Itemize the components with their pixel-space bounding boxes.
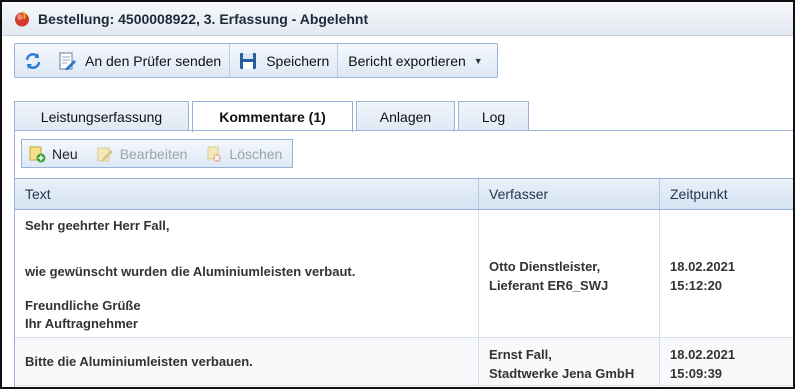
document-edit-icon bbox=[59, 52, 76, 70]
refresh-button[interactable] bbox=[15, 44, 49, 77]
tab-bar: Leistungserfassung Kommentare (1) Anlage… bbox=[14, 101, 532, 132]
author-name: Otto Dienstleister, bbox=[489, 259, 601, 274]
edit-button-label: Bearbeiten bbox=[119, 145, 188, 162]
tab-label: Log bbox=[481, 108, 506, 125]
tab-kommentare[interactable]: Kommentare (1) bbox=[192, 101, 353, 132]
delete-note-icon bbox=[207, 146, 222, 162]
add-note-icon bbox=[29, 146, 46, 162]
save-button[interactable]: Speichern bbox=[230, 44, 339, 77]
export-button-label: Bericht exportieren bbox=[348, 52, 466, 69]
timestamp-date: 18.02.2021 bbox=[670, 347, 736, 362]
column-header-author[interactable]: Verfasser bbox=[479, 179, 660, 209]
author-name: Ernst Fall, bbox=[489, 347, 552, 362]
comment-toolbar: Neu Bearbeiten Löschen bbox=[21, 139, 294, 168]
table-row[interactable]: Bitte die Aluminiumleisten verbauen. Ern… bbox=[15, 338, 793, 386]
tab-leistungserfassung[interactable]: Leistungserfassung bbox=[14, 101, 189, 131]
tab-anlagen[interactable]: Anlagen bbox=[356, 101, 455, 131]
table-row[interactable]: Sehr geehrter Herr Fall, wie gewünscht w… bbox=[15, 210, 793, 338]
tab-label: Kommentare (1) bbox=[219, 109, 326, 125]
author-org: Lieferant ER6_SWJ bbox=[489, 278, 609, 293]
comment-line: wie gewünscht wurden die Aluminiumleiste… bbox=[25, 264, 356, 279]
timestamp-cell: 18.02.2021 15:09:39 bbox=[660, 338, 793, 385]
tab-label: Leistungserfassung bbox=[40, 108, 163, 125]
timestamp-time: 15:12:20 bbox=[670, 278, 723, 293]
comment-line: Ihr Auftragnehmer bbox=[25, 316, 138, 331]
timestamp-time: 15:09:39 bbox=[670, 366, 723, 381]
table-header: Text Verfasser Zeitpunkt bbox=[15, 178, 793, 210]
refresh-icon bbox=[25, 52, 41, 69]
window-title: Bestellung: 4500008922, 3. Erfassung - A… bbox=[38, 10, 369, 27]
floppy-disk-icon bbox=[240, 52, 257, 69]
save-button-label: Speichern bbox=[266, 52, 330, 69]
column-header-time[interactable]: Zeitpunkt bbox=[660, 179, 793, 209]
timestamp-cell: 18.02.2021 15:12:20 bbox=[660, 210, 793, 337]
comment-line: Bitte die Aluminiumleisten verbauen. bbox=[25, 354, 253, 369]
main-toolbar: An den Prüfer senden Speichern Bericht e… bbox=[14, 43, 498, 78]
edit-note-icon bbox=[97, 147, 113, 161]
export-report-button[interactable]: Bericht exportieren ▼ bbox=[338, 44, 496, 77]
comments-panel: Neu Bearbeiten Löschen Text Verfasser Ze… bbox=[14, 131, 793, 387]
tab-log[interactable]: Log bbox=[458, 101, 529, 131]
delete-comment-button[interactable]: Löschen bbox=[205, 145, 282, 163]
comment-text-cell: Bitte die Aluminiumleisten verbauen. bbox=[15, 338, 479, 385]
tab-label: Anlagen bbox=[379, 108, 432, 125]
comment-line: Freundliche Grüße bbox=[25, 298, 141, 313]
author-cell: Ernst Fall, Stadtwerke Jena GmbH bbox=[479, 338, 660, 385]
chevron-down-icon: ▼ bbox=[473, 55, 483, 66]
author-org: Stadtwerke Jena GmbH bbox=[489, 366, 635, 381]
send-to-reviewer-button[interactable]: An den Prüfer senden bbox=[49, 44, 231, 77]
new-comment-button[interactable]: Neu bbox=[28, 145, 78, 163]
timestamp-date: 18.02.2021 bbox=[670, 259, 736, 274]
new-button-label: Neu bbox=[52, 145, 78, 162]
comment-line: Sehr geehrter Herr Fall, bbox=[25, 218, 170, 233]
title-bar: Bestellung: 4500008922, 3. Erfassung - A… bbox=[2, 2, 793, 36]
comments-table: Text Verfasser Zeitpunkt Sehr geehrter H… bbox=[15, 178, 793, 386]
author-cell: Otto Dienstleister, Lieferant ER6_SWJ bbox=[479, 210, 660, 337]
send-button-label: An den Prüfer senden bbox=[85, 52, 222, 69]
delete-button-label: Löschen bbox=[229, 145, 283, 162]
comment-text-cell: Sehr geehrter Herr Fall, wie gewünscht w… bbox=[15, 210, 479, 337]
column-header-text[interactable]: Text bbox=[15, 179, 479, 209]
app-logo-icon bbox=[15, 10, 29, 26]
edit-comment-button[interactable]: Bearbeiten bbox=[96, 145, 188, 163]
order-window: Bestellung: 4500008922, 3. Erfassung - A… bbox=[0, 0, 795, 389]
